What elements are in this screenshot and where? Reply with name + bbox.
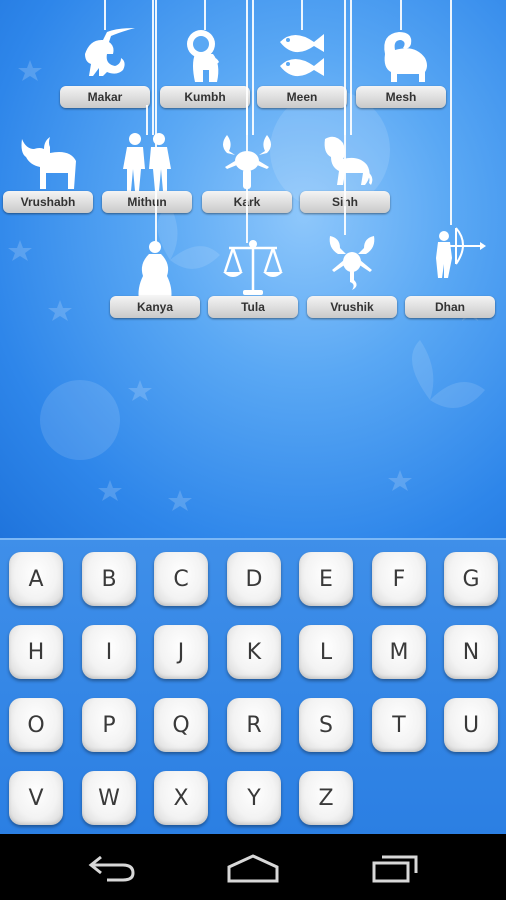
key-b[interactable]: B: [82, 552, 136, 606]
home-icon: [227, 854, 279, 883]
zodiac-sign-tula[interactable]: Tula: [208, 210, 298, 320]
home-button[interactable]: [223, 848, 283, 888]
zodiac-sign-kumbh[interactable]: Kumbh: [160, 0, 250, 110]
zodiac-sign-mithun[interactable]: Mithun: [102, 105, 192, 215]
zodiac-label: Kanya: [110, 296, 200, 318]
hanging-thread: [155, 0, 157, 245]
key-w[interactable]: W: [82, 771, 136, 825]
key-z[interactable]: Z: [299, 771, 353, 825]
key-i[interactable]: I: [82, 625, 136, 679]
zodiac-sign-vrushabh[interactable]: Vrushabh: [3, 105, 93, 215]
key-u[interactable]: U: [444, 698, 498, 752]
hanging-thread: [246, 0, 248, 243]
key-c[interactable]: C: [154, 552, 208, 606]
zodiac-sign-mesh[interactable]: Mesh: [356, 0, 446, 110]
zodiac-label: Tula: [208, 296, 298, 318]
key-x[interactable]: X: [154, 771, 208, 825]
key-v[interactable]: V: [9, 771, 63, 825]
letter-keyboard: A B C D E F G H I J K L M N O P Q R S T …: [0, 538, 506, 834]
key-n[interactable]: N: [444, 625, 498, 679]
recent-apps-icon: [372, 855, 418, 883]
gemini-icon: [117, 131, 177, 191]
capricorn-icon: [75, 24, 135, 84]
pisces-icon: [272, 24, 332, 84]
virgo-icon: [125, 240, 185, 300]
zodiac-sign-dhan[interactable]: Dhan: [405, 210, 495, 320]
zodiac-label: Vrushabh: [3, 191, 93, 213]
taurus-icon: [18, 131, 78, 191]
key-g[interactable]: G: [444, 552, 498, 606]
key-t[interactable]: T: [372, 698, 426, 752]
key-a[interactable]: A: [9, 552, 63, 606]
zodiac-sign-meen[interactable]: Meen: [257, 0, 347, 110]
aquarius-icon: [175, 24, 235, 84]
back-button[interactable]: [82, 848, 142, 888]
key-l[interactable]: L: [299, 625, 353, 679]
zodiac-label: Dhan: [405, 296, 495, 318]
key-r[interactable]: R: [227, 698, 281, 752]
hanging-thread: [152, 0, 154, 135]
key-j[interactable]: J: [154, 625, 208, 679]
key-o[interactable]: O: [9, 698, 63, 752]
key-y[interactable]: Y: [227, 771, 281, 825]
aries-icon: [371, 24, 431, 84]
key-e[interactable]: E: [299, 552, 353, 606]
zodiac-label: Vrushik: [307, 296, 397, 318]
navigation-bar: [0, 834, 506, 900]
back-icon: [88, 855, 135, 882]
hanging-thread: [344, 0, 346, 235]
key-p[interactable]: P: [82, 698, 136, 752]
recent-apps-button[interactable]: [365, 848, 425, 888]
zodiac-panel: Makar Kumbh Meen Mesh Vrushabh Mithun Ka…: [0, 0, 506, 538]
libra-icon: [223, 238, 283, 298]
hanging-thread: [350, 0, 352, 135]
key-d[interactable]: D: [227, 552, 281, 606]
hanging-thread: [252, 0, 254, 135]
key-m[interactable]: M: [372, 625, 426, 679]
sagittarius-icon: [420, 220, 486, 280]
key-k[interactable]: K: [227, 625, 281, 679]
scorpio-icon: [322, 232, 382, 292]
key-f[interactable]: F: [372, 552, 426, 606]
zodiac-sign-vrushik[interactable]: Vrushik: [307, 210, 397, 320]
zodiac-sign-makar[interactable]: Makar: [60, 0, 150, 110]
key-q[interactable]: Q: [154, 698, 208, 752]
hanging-thread: [450, 0, 452, 225]
key-h[interactable]: H: [9, 625, 63, 679]
key-s[interactable]: S: [299, 698, 353, 752]
